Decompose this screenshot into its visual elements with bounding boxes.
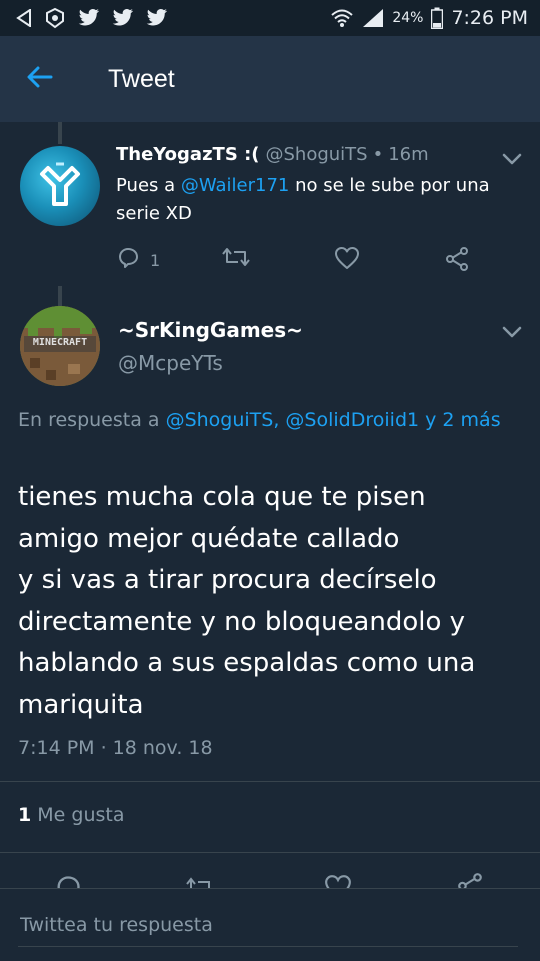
twitter-icon (146, 9, 168, 27)
avatar[interactable]: MINECRAFT (20, 306, 100, 386)
user-handle[interactable]: @ShoguiTS (266, 144, 368, 165)
twitter-icon (112, 9, 134, 27)
chevron-down-icon[interactable] (502, 150, 522, 169)
tweet-actions: 1 (116, 246, 486, 274)
reply-button[interactable]: 1 (116, 246, 160, 274)
share-icon[interactable] (456, 872, 484, 888)
battery-icon (431, 7, 444, 29)
retweet-button[interactable] (222, 246, 250, 272)
reply-prefix: En respuesta a (18, 409, 166, 431)
divider (0, 781, 540, 782)
clock: 7:26 PM (451, 7, 528, 29)
arrow-left-icon (27, 66, 53, 92)
avatar-text: MINECRAFT (32, 337, 88, 348)
wrench-logo-icon (40, 162, 80, 206)
tweet-time: 16m (388, 144, 429, 165)
reply-count: 1 (150, 250, 161, 270)
page-title: Tweet (108, 64, 175, 93)
app-bar: Tweet (0, 36, 540, 122)
share-button[interactable] (444, 246, 470, 276)
heart-icon (334, 246, 360, 274)
mention-link[interactable]: @Wailer171 (181, 175, 290, 196)
tweet-line: y si vas a tirar procura decírselo (18, 565, 437, 595)
tweet-actions (0, 872, 540, 888)
avatar[interactable] (20, 146, 100, 226)
likes-summary[interactable]: 1 Me gusta (18, 804, 125, 826)
wifi-icon (330, 8, 354, 28)
tweet-line: tienes mucha cola que te pisen (18, 482, 426, 512)
separator-dot: • (372, 144, 384, 165)
tweet-line: mariquita (18, 689, 144, 720)
reply-icon[interactable] (54, 874, 82, 888)
reply-input[interactable] (18, 903, 518, 947)
reply-icon (116, 246, 140, 274)
chevron-down-icon[interactable] (502, 323, 522, 342)
reply-bar (0, 888, 540, 961)
signal-icon (362, 8, 384, 28)
back-button[interactable] (0, 36, 80, 122)
like-count: 1 (18, 804, 32, 826)
tweet-line: directamente y no bloqueandolo y (18, 606, 466, 637)
heart-icon[interactable] (324, 874, 352, 888)
twitter-icon (78, 9, 100, 27)
amino-icon (44, 7, 66, 29)
tweet-header: TheYogazTS :( @ShoguiTS • 16m (116, 144, 429, 165)
tweet-line: amigo mejor quédate callado (18, 523, 400, 554)
user-handle[interactable]: @McpeYTs (118, 351, 223, 375)
back-arrow-icon (16, 9, 32, 27)
reply-context: En respuesta a @ShoguiTS, @SolidDroiid1 … (18, 405, 518, 435)
tweet-text-part: Pues a (116, 175, 181, 196)
tweet-line: hablando a sus espaldas como una (18, 648, 476, 678)
reply-mentions-link[interactable]: @ShoguiTS, @SolidDroiid1 y 2 más (166, 409, 501, 431)
share-icon (444, 246, 470, 276)
like-label: Me gusta (37, 804, 125, 826)
tweet-timestamp: 7:14 PM · 18 nov. 18 (18, 737, 213, 759)
retweet-icon[interactable] (186, 876, 214, 888)
tweet-text: tienes mucha cola que te pisen amigo mej… (18, 477, 528, 726)
like-button[interactable] (334, 246, 360, 274)
thread-connector (58, 122, 62, 144)
status-bar: 24% 7:26 PM (0, 0, 540, 36)
tweet-text: Pues a @Wailer171 no se le sube por una … (116, 172, 516, 228)
battery-percent: 24% (392, 10, 424, 26)
retweet-icon (222, 246, 250, 272)
divider (0, 852, 540, 853)
display-name[interactable]: ~SrKingGames~ (118, 318, 303, 342)
thread-connector (58, 286, 62, 306)
display-name[interactable]: TheYogazTS :( (116, 144, 260, 165)
